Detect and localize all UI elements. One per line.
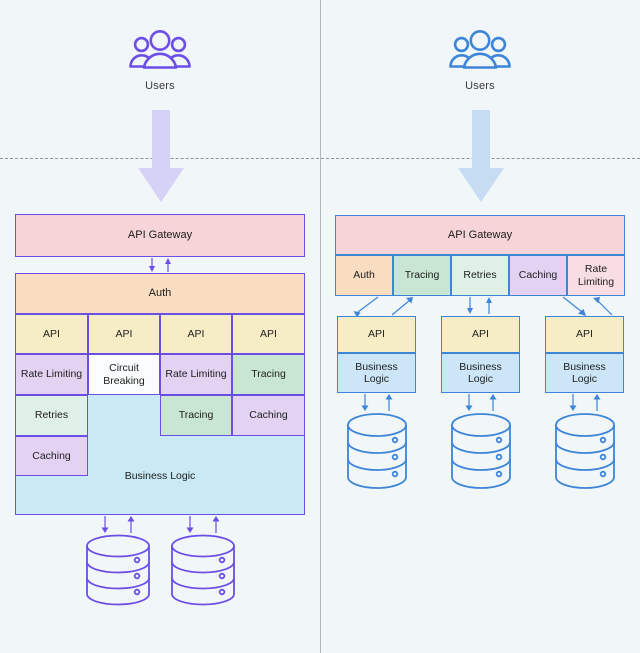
left-lib-tracing-2[interactable]: Tracing [160,395,232,436]
left-lib-caching-2-label: Caching [32,449,71,462]
left-api-cell-2-label: API [115,327,133,340]
right-api-gateway-label: API Gateway [447,228,513,241]
left-lib-retries[interactable]: Retries [15,395,88,436]
right-sidecar-caching[interactable]: Caching [509,255,567,296]
right-sidecar-rate-limiting[interactable]: Rate Limiting [567,255,625,296]
left-api-cell-3-label: API [187,327,205,340]
boundary-dashed-line [0,158,640,159]
right-sidecar-rate-limiting-label: Rate Limiting [577,263,615,288]
left-lib-tracing-2-label: Tracing [178,409,214,422]
left-api-cell-1-label: API [43,327,60,340]
left-lib-rate-limiting-1-label: Rate Limiting [20,368,83,381]
right-sidecar-retries-label: Retries [463,269,497,282]
left-lib-tracing-1-label: Tracing [251,368,286,381]
right-sidecar-auth[interactable]: Auth [335,255,393,296]
left-auth-box[interactable]: Auth [15,273,305,314]
right-database-2[interactable] [447,412,515,490]
right-service-3-api[interactable]: API [545,316,624,353]
left-lib-rate-limiting-2[interactable]: Rate Limiting [160,354,232,395]
right-database-3[interactable] [551,412,619,490]
left-auth-label: Auth [148,287,172,300]
left-lib-rate-limiting-2-label: Rate Limiting [165,368,227,381]
users-icon [129,30,191,69]
right-flow-arrow [458,110,504,202]
left-api-cell-4-label: API [260,327,277,340]
right-sidecar-tracing-label: Tracing [404,269,440,282]
left-lib-rate-limiting-1[interactable]: Rate Limiting [15,354,88,395]
panel-divider [320,0,321,653]
right-service-2-logic[interactable]: Business Logic [441,353,520,393]
right-sidecar-tracing[interactable]: Tracing [393,255,451,296]
left-lib-circuit-breaking-label: Circuit Breaking [103,362,145,387]
diagram-canvas: Users API Gateway Auth Business Logic AP… [0,0,640,653]
right-sidecar-auth-label: Auth [353,269,375,282]
right-service-2-api-label: API [472,328,489,341]
right-service-2-api[interactable]: API [441,316,520,353]
left-api-cell-2[interactable]: API [88,314,160,354]
left-lib-caching-1[interactable]: Caching [232,395,305,436]
right-users-label: Users [465,80,495,92]
right-sidecar-retries[interactable]: Retries [451,255,509,296]
right-service-1-api[interactable]: API [337,316,416,353]
left-api-cell-1[interactable]: API [15,314,88,354]
right-sidecar-caching-label: Caching [518,269,558,282]
right-service-1-logic[interactable]: Business Logic [337,353,416,393]
left-api-gateway-label: API Gateway [127,229,193,242]
left-api-cell-3[interactable]: API [160,314,232,354]
right-service-3-logic[interactable]: Business Logic [545,353,624,393]
left-lib-retries-label: Retries [34,409,69,422]
right-database-1[interactable] [343,412,411,490]
left-api-gateway[interactable]: API Gateway [15,214,305,257]
left-users-group: Users [100,28,220,92]
left-lib-circuit-breaking[interactable]: Circuit Breaking [88,354,160,395]
right-service-2-logic-label: Business Logic [459,360,502,385]
right-api-gateway[interactable]: API Gateway [335,215,625,255]
right-service-3-logic-label: Business Logic [563,360,606,385]
left-flow-arrow [138,110,184,202]
right-service-1-logic-label: Business Logic [355,360,398,385]
left-users-label: Users [145,80,175,92]
left-lib-caching-2[interactable]: Caching [15,436,88,476]
left-database-1[interactable] [82,534,154,606]
left-lib-caching-1-label: Caching [249,409,288,422]
left-lib-tracing-1[interactable]: Tracing [232,354,305,395]
right-users-group: Users [420,28,540,92]
right-service-3-api-label: API [576,328,593,341]
users-icon [449,30,511,69]
left-database-2[interactable] [167,534,239,606]
right-service-1-api-label: API [368,328,385,341]
left-api-cell-4[interactable]: API [232,314,305,354]
